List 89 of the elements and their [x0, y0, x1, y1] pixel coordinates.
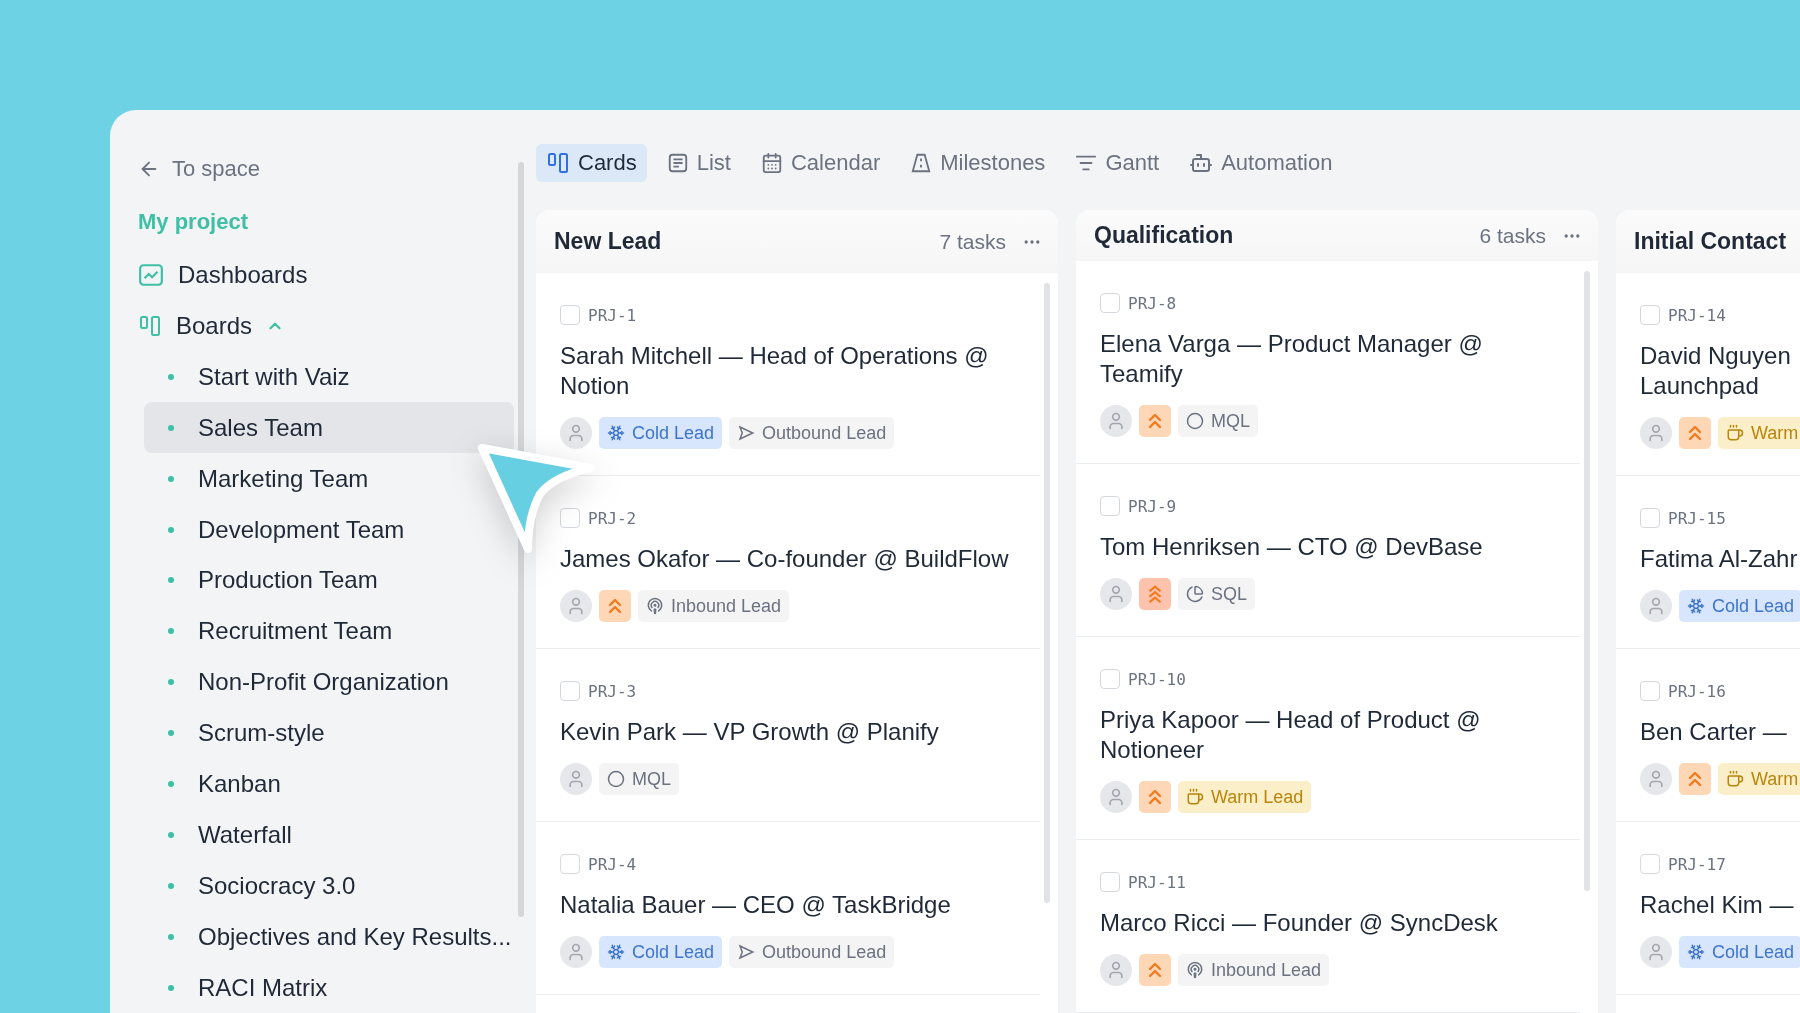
board-label: Scrum-style	[198, 719, 325, 748]
task-title: David Nguyen Launchpad	[1640, 341, 1792, 401]
task-card[interactable]: PRJ-3 Kevin Park — VP Growth @ Planify MQL	[536, 649, 1040, 822]
nav-label: Boards	[176, 312, 253, 340]
task-id: PRJ-9	[1128, 496, 1177, 516]
task-id: PRJ-1	[588, 305, 637, 325]
back-link[interactable]: To space	[138, 144, 518, 195]
board-label: Marketing Team	[198, 464, 369, 493]
view-tab[interactable]: List	[656, 144, 741, 182]
task-title: Elena Varga — Product Manager @ Teamify	[1100, 329, 1484, 389]
lead-tag[interactable]: Outbound Lead	[729, 936, 895, 968]
task-card[interactable]: PRJ-15 Fatima Al-Zahr Cold Lead	[1616, 476, 1800, 649]
task-id: PRJ-17	[1668, 854, 1726, 874]
task-card[interactable]: PRJ-14 David Nguyen Launchpad Warm	[1616, 273, 1800, 476]
board-item[interactable]: Sociocracy 3.0	[144, 860, 514, 912]
board-label: Production Team	[198, 566, 378, 595]
board-item[interactable]: Start with Vaiz	[144, 351, 514, 403]
board-label: Objectives and Key Results...	[198, 922, 512, 951]
view-tab[interactable]: Cards	[536, 144, 647, 182]
board-label: RACI Matrix	[198, 973, 328, 1002]
board-item[interactable]: Objectives and Key Results...	[144, 911, 514, 963]
task-id: PRJ-16	[1668, 681, 1726, 701]
task-id: PRJ-15	[1668, 508, 1726, 528]
lead-tag[interactable]: Outbound Lead	[729, 417, 895, 449]
board-label: Start with Vaiz	[198, 362, 350, 391]
task-card[interactable]: PRJ-17 Rachel Kim — Cold Lead	[1616, 822, 1800, 995]
lead-tag[interactable]: Inbound Lead	[1178, 954, 1330, 986]
task-id: PRJ-11	[1128, 872, 1186, 892]
project-title: My project	[138, 208, 250, 237]
task-card[interactable]: PRJ-2 James Okafor — Co-founder @ BuildFlow Inbound Lead	[536, 476, 1040, 649]
lead-tag[interactable]: Inbound Lead	[638, 590, 790, 622]
board-item[interactable]: Development Team	[144, 504, 514, 556]
board-label: Sales Team	[198, 413, 323, 442]
task-title: Rachel Kim —	[1640, 890, 1795, 920]
task-id: PRJ-10	[1128, 669, 1186, 689]
task-card[interactable]: PRJ-16 Ben Carter — Warm	[1616, 649, 1800, 822]
task-count: 6 tasks	[1479, 223, 1546, 248]
board-label: Recruitment Team	[198, 617, 393, 646]
task-card[interactable]: PRJ-4 Natalia Bauer — CEO @ TaskBridge Cold Lead Outbound Lead	[536, 822, 1040, 995]
board-label: Development Team	[198, 515, 405, 544]
column-title: Initial Contact	[1634, 228, 1788, 255]
task-card[interactable]: PRJ-11 Marco Ricci — Founder @ SyncDesk Inbound Lead	[1076, 840, 1580, 1013]
column-title: Qualification	[1094, 222, 1235, 249]
task-title: Kevin Park — VP Growth @ Planify	[560, 717, 940, 747]
task-card[interactable]: PRJ-10 Priya Kapoor — Head of Product @ Notioneer Warm Lead	[1076, 637, 1580, 840]
lead-tag[interactable]: MQL	[599, 763, 679, 795]
nav-label: Dashboards	[178, 261, 308, 290]
task-id: PRJ-4	[588, 854, 637, 874]
nav-item[interactable]: Boards	[138, 300, 518, 352]
lead-tag[interactable]: Cold Lead	[1679, 590, 1800, 622]
task-title: James Okafor — Co-founder @ BuildFlow	[560, 544, 1010, 574]
task-card[interactable]: PRJ-1 Sarah Mitchell — Head of Operations @ Notion Cold Lead Outbound Lead	[536, 273, 1040, 476]
view-tab[interactable]: Milestones	[900, 144, 1056, 182]
task-id: PRJ-8	[1128, 293, 1177, 313]
task-title: Fatima Al-Zahr	[1640, 544, 1799, 574]
lead-tag[interactable]: Cold Lead	[1679, 936, 1800, 968]
task-title: Tom Henriksen — CTO @ DevBase	[1100, 532, 1484, 562]
task-id: PRJ-2	[588, 508, 637, 528]
lead-tag[interactable]: MQL	[1178, 405, 1258, 437]
board-label: Non-Profit Organization	[198, 668, 449, 697]
board-item[interactable]: RACI Matrix	[144, 962, 514, 1013]
board-item[interactable]: Recruitment Team	[144, 605, 514, 657]
lead-tag[interactable]: SQL	[1178, 578, 1256, 610]
task-title: Marco Ricci — Founder @ SyncDesk	[1100, 908, 1499, 938]
board-item[interactable]: Kanban	[144, 758, 514, 810]
board-item[interactable]: Production Team	[144, 555, 514, 606]
view-tab[interactable]: Automation	[1179, 144, 1343, 182]
lead-tag[interactable]: Cold Lead	[599, 936, 723, 968]
task-title: Ben Carter —	[1640, 717, 1788, 747]
view-tab[interactable]: Gantt	[1065, 144, 1170, 182]
board-label: Waterfall	[198, 820, 292, 849]
task-id: PRJ-3	[588, 681, 637, 701]
board-item[interactable]: Scrum-style	[144, 707, 514, 759]
column-title: New Lead	[554, 228, 663, 255]
view-tab[interactable]: Calendar	[750, 144, 891, 182]
board-item[interactable]: Non-Profit Organization	[144, 656, 514, 708]
task-count: 7 tasks	[939, 229, 1006, 254]
task-title: Sarah Mitchell — Head of Operations @ Notion	[560, 341, 990, 401]
task-title: Priya Kapoor — Head of Product @ Notioneer	[1100, 705, 1482, 765]
lead-tag[interactable]: Cold Lead	[599, 417, 723, 449]
nav-item[interactable]: Dashboards	[138, 249, 518, 301]
task-card[interactable]: PRJ-9 Tom Henriksen — CTO @ DevBase SQL	[1076, 464, 1580, 637]
board-item[interactable]: Sales Team	[144, 402, 514, 454]
board-label: Sociocracy 3.0	[198, 871, 356, 900]
task-title: Natalia Bauer — CEO @ TaskBridge	[560, 890, 952, 920]
board-item[interactable]: Waterfall	[144, 809, 514, 861]
task-id: PRJ-14	[1668, 305, 1726, 325]
board-label: Kanban	[198, 770, 281, 799]
task-card[interactable]: PRJ-8 Elena Varga — Product Manager @ Teamify MQL	[1076, 261, 1580, 464]
